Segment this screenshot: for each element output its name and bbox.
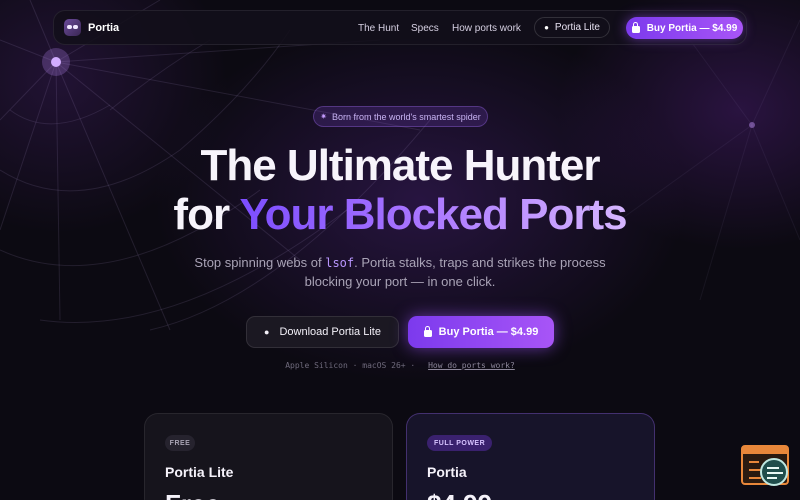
- portia-lite-nav-label: Portia Lite: [554, 22, 600, 33]
- subheadline-line-2: blocking your port — in one click.: [304, 274, 496, 289]
- headline-line-2: for Your Blocked Ports: [0, 190, 800, 240]
- background-glow: [0, 0, 800, 500]
- brand-name: Portia: [88, 21, 120, 34]
- apple-icon: ●: [544, 23, 549, 32]
- plan-tag: FULL POWER: [427, 435, 493, 451]
- plan-tag: FREE: [165, 435, 195, 451]
- headline-accent: Your Blocked Ports: [239, 190, 628, 239]
- download-lite-label: Download Portia Lite: [279, 326, 381, 338]
- plan-title: Portia Lite: [165, 464, 234, 480]
- how-ports-work-link[interactable]: How do ports work?: [428, 361, 515, 370]
- magnifier-line: [767, 472, 783, 474]
- platform-text: Apple Silicon · macOS 26+ ·: [285, 361, 416, 370]
- nav-link-how-ports-work[interactable]: How ports work: [452, 23, 521, 34]
- hero-buy-label: Buy Portia — $4.99: [438, 326, 539, 338]
- lock-icon: [423, 326, 432, 337]
- subheadline-line-1: Stop spinning webs of lsof. Portia stalk…: [0, 253, 800, 273]
- widget-line: [749, 477, 761, 479]
- spider-web-decoration: [0, 0, 800, 331]
- nav-link-specs[interactable]: Specs: [411, 23, 439, 34]
- sparkle-icon: ✷: [320, 112, 327, 121]
- headline-line-1: The Ultimate Hunter: [200, 141, 600, 190]
- nav-buy-button[interactable]: Buy Portia — $4.99: [626, 17, 743, 39]
- top-nav: Portia The Hunt Specs How ports work ● P…: [53, 10, 747, 45]
- sub-before: Stop spinning webs of: [194, 255, 326, 270]
- lsof-code: lsof: [325, 256, 355, 270]
- brand[interactable]: Portia: [64, 19, 119, 36]
- download-lite-button[interactable]: ● Download Portia Lite: [246, 316, 399, 348]
- pricing-card-portia: FULL POWER Portia $4.99: [406, 413, 655, 500]
- magnifier-line: [767, 477, 777, 479]
- plan-price: $4.99: [427, 489, 492, 500]
- magnifier-line: [767, 467, 779, 469]
- portia-lite-nav-button[interactable]: ● Portia Lite: [534, 17, 610, 38]
- lock-icon: [631, 22, 640, 33]
- sub-after: . Portia stalks, traps and strikes the p…: [354, 255, 606, 270]
- spider-logo-icon: [64, 19, 81, 36]
- hero-badge-text: Born from the world's smartest spider: [331, 111, 481, 122]
- widget-line: [749, 461, 759, 463]
- hero-badge: ✷ Born from the world's smartest spider: [313, 106, 488, 127]
- pricing-card-lite: FREE Portia Lite Free: [144, 413, 393, 500]
- nav-link-the-hunt[interactable]: The Hunt: [358, 23, 399, 34]
- magnifier-icon[interactable]: [760, 458, 788, 486]
- hero-buy-button[interactable]: Buy Portia — $4.99: [408, 316, 554, 348]
- headline-prefix: for: [173, 190, 240, 239]
- platform-meta: Apple Silicon · macOS 26+ · How do ports…: [0, 361, 800, 370]
- nav-buy-label: Buy Portia — $4.99: [646, 22, 738, 34]
- plan-title: Portia: [427, 464, 467, 480]
- plan-price: Free: [165, 489, 220, 500]
- apple-icon: ●: [264, 327, 270, 337]
- widget-titlebar: [743, 447, 787, 454]
